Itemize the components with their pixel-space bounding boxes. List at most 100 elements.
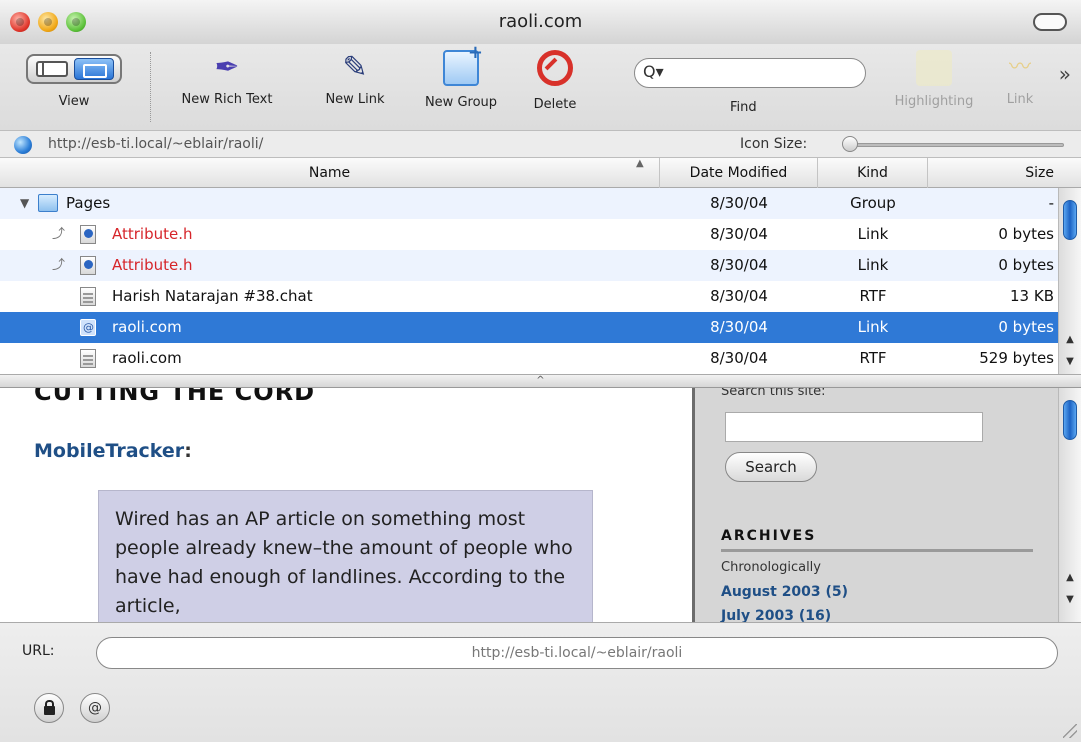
row-size: 0 bytes xyxy=(998,225,1054,243)
scroll-down-arrow-icon[interactable]: ▼ xyxy=(1059,590,1081,610)
new-group-button[interactable]: New Group xyxy=(412,42,510,110)
delete-button[interactable]: Delete xyxy=(522,50,588,112)
sort-ascending-icon: ▲ xyxy=(636,158,644,169)
scroll-up-arrow-icon[interactable]: ▲ xyxy=(1059,568,1081,588)
toolbar-toggle-button[interactable] xyxy=(1033,13,1067,31)
table-row-selected[interactable]: raoli.com 8/30/04 Link 0 bytes xyxy=(0,312,1058,343)
highlighting-button[interactable]: Highlighting xyxy=(886,50,982,109)
web-scrollbar[interactable]: ▲ ▼ xyxy=(1058,388,1081,622)
row-name-cell: Harish Natarajan #38.chat xyxy=(0,281,650,312)
list-scrollbar[interactable]: ▲ ▼ xyxy=(1058,188,1081,374)
table-row[interactable]: ⤴ Attribute.h 8/30/04 Link 0 bytes xyxy=(0,250,1058,281)
article-heading: CUTTING THE CORD xyxy=(34,388,316,406)
highlighting-label: Highlighting xyxy=(894,94,974,109)
collapse-arrow-icon[interactable]: ^ xyxy=(536,375,544,386)
row-size: 0 bytes xyxy=(998,256,1054,274)
table-row[interactable]: Harish Natarajan #38.chat 8/30/04 RTF 13… xyxy=(0,281,1058,312)
archive-link[interactable]: August 2003 (5) xyxy=(721,584,848,600)
find-field[interactable]: Q▾ xyxy=(634,58,866,88)
path-text: http://esb-ti.local/~eblair/raoli/ xyxy=(48,136,264,152)
table-row[interactable]: ▼ Pages 8/30/04 Group - xyxy=(0,188,1058,219)
toolbar-overflow-icon[interactable]: » xyxy=(1059,62,1071,86)
link-label: Link xyxy=(1006,92,1034,107)
view-label: View xyxy=(58,94,90,109)
mobiletracker-link[interactable]: MobileTracker xyxy=(34,440,184,462)
row-size: 529 bytes xyxy=(979,349,1054,367)
article-source: MobileTracker: xyxy=(34,440,192,462)
row-name: Pages xyxy=(66,194,111,212)
scroll-up-arrow-icon[interactable]: ▲ xyxy=(1059,330,1081,350)
find-input[interactable] xyxy=(669,63,859,83)
folder-add-icon xyxy=(443,42,483,86)
web-document-icon xyxy=(80,256,96,275)
view-toggle-icon[interactable] xyxy=(26,54,122,84)
site-search-label: Search this site: xyxy=(721,388,826,399)
globe-icon xyxy=(14,136,32,154)
row-name: raoli.com xyxy=(112,318,182,336)
disclosure-triangle-icon[interactable]: ▼ xyxy=(20,188,29,219)
column-header-kind-label: Kind xyxy=(857,165,888,181)
column-header-kind[interactable]: Kind xyxy=(818,158,928,188)
archives-heading: ARCHIVES xyxy=(721,528,817,544)
new-rich-text-label: New Rich Text xyxy=(181,92,273,107)
new-group-label: New Group xyxy=(424,95,498,110)
column-header-date-label: Date Modified xyxy=(689,165,788,181)
delete-icon xyxy=(537,50,573,86)
chat-document-icon xyxy=(80,287,96,306)
row-name: Attribute.h xyxy=(112,256,193,274)
row-name: Attribute.h xyxy=(112,225,193,243)
column-header-name-label: Name xyxy=(308,165,351,181)
row-date: 8/30/04 xyxy=(710,349,768,367)
list-scrollbar-thumb[interactable] xyxy=(1063,200,1077,240)
new-rich-text-button[interactable]: ✒ New Rich Text xyxy=(172,50,282,107)
column-header-name[interactable]: Name xyxy=(0,158,660,188)
chronologically-label: Chronologically xyxy=(721,560,821,575)
table-row[interactable]: ⤴ Attribute.h 8/30/04 Link 0 bytes xyxy=(0,219,1058,250)
row-kind: Link xyxy=(857,225,889,243)
row-date: 8/30/04 xyxy=(710,318,768,336)
delete-label: Delete xyxy=(533,97,577,112)
split-view-icon[interactable] xyxy=(74,58,114,80)
split-view-divider[interactable]: ^ xyxy=(0,374,1081,388)
column-header-date-modified[interactable]: Date Modified xyxy=(660,158,818,188)
column-header-size[interactable]: Size xyxy=(928,158,1058,188)
new-link-button[interactable]: ✎ New Link xyxy=(312,50,398,107)
window-title: raoli.com xyxy=(498,11,583,32)
table-row[interactable]: raoli.com 8/30/04 RTF 529 bytes xyxy=(0,343,1058,374)
icon-size-label: Icon Size: xyxy=(740,136,808,152)
scroll-down-arrow-icon[interactable]: ▼ xyxy=(1059,352,1081,372)
web-link-icon xyxy=(80,312,96,343)
minimize-window-button[interactable] xyxy=(38,12,58,32)
zoom-window-button[interactable] xyxy=(66,12,86,32)
web-scrollbar-thumb[interactable] xyxy=(1063,400,1077,440)
url-bar: URL: http://esb-ti.local/~eblair/raoli @ xyxy=(0,622,1081,742)
lock-button[interactable] xyxy=(34,693,64,723)
row-name: Harish Natarajan #38.chat xyxy=(112,287,313,305)
close-window-button[interactable] xyxy=(10,12,30,32)
archive-link[interactable]: July 2003 (16) xyxy=(721,608,831,622)
url-field[interactable]: http://esb-ti.local/~eblair/raoli xyxy=(96,637,1058,669)
site-search-input[interactable] xyxy=(725,412,983,442)
link-pen-icon: ✎ xyxy=(342,50,368,85)
find-label: Find xyxy=(730,100,757,115)
row-name-cell: ⤴ Attribute.h xyxy=(0,219,650,250)
row-name-cell: ▼ Pages xyxy=(0,188,650,219)
row-kind: Group xyxy=(850,194,896,212)
archives-divider xyxy=(721,549,1033,552)
row-size: - xyxy=(1048,194,1054,212)
site-search-button[interactable]: Search xyxy=(725,452,817,482)
link-button[interactable]: 〰 Link xyxy=(998,50,1042,107)
row-kind: Link xyxy=(857,256,889,274)
row-date: 8/30/04 xyxy=(710,256,768,274)
view-control[interactable]: View xyxy=(24,50,124,109)
list-view-icon[interactable] xyxy=(36,61,68,77)
icon-size-slider[interactable] xyxy=(848,143,1064,147)
web-preview: CUTTING THE CORD MobileTracker: Wired ha… xyxy=(0,388,1058,622)
icon-size-slider-knob[interactable] xyxy=(842,136,858,152)
resize-grip-icon[interactable] xyxy=(1063,724,1077,738)
title-bar: raoli.com xyxy=(0,0,1081,44)
search-icon[interactable]: Q▾ xyxy=(643,62,664,81)
article-quote: Wired has an AP article on something mos… xyxy=(98,490,593,622)
email-link-button[interactable]: @ xyxy=(80,693,110,723)
url-label: URL: xyxy=(22,643,55,659)
